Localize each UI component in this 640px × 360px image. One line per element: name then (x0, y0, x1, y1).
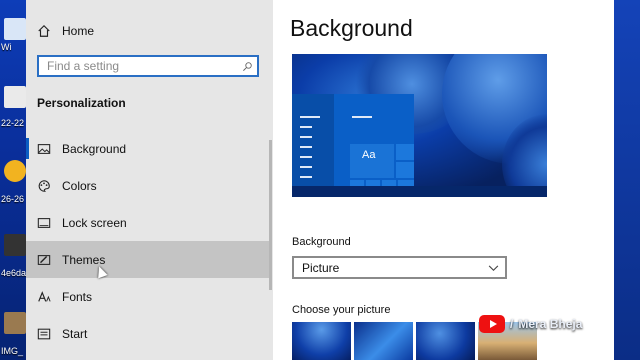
sidebar-item-label: Start (62, 326, 88, 341)
sidebar-item-label: Background (62, 141, 127, 156)
sidebar-item-lock-screen[interactable]: Lock screen (26, 204, 271, 241)
start-icon (26, 327, 62, 341)
sidebar-item-label: Fonts (62, 289, 93, 304)
sidebar-item-home[interactable]: Home (26, 12, 271, 49)
sidebar-scrollbar[interactable] (269, 140, 272, 290)
picture-thumbnail[interactable] (354, 322, 413, 360)
background-select[interactable]: Picture (292, 256, 507, 279)
sidebar-item-label: Lock screen (62, 215, 127, 230)
sidebar-item-fonts[interactable]: Fonts (26, 278, 271, 315)
settings-sidebar: Home Personalization Background Colors (26, 0, 273, 360)
desktop-image-icon[interactable] (4, 86, 26, 108)
search-icon[interactable] (237, 61, 257, 72)
youtube-icon (479, 315, 505, 333)
section-title: Personalization (37, 96, 126, 110)
watermark-text: Mera Bheja (518, 317, 583, 331)
desktop-video-icon[interactable] (4, 234, 26, 256)
choose-picture-label: Choose your picture (292, 304, 391, 316)
search-box[interactable] (37, 55, 259, 77)
channel-watermark: / Mera Bheja (479, 315, 582, 333)
picture-thumbnail[interactable] (416, 322, 475, 360)
lock-screen-icon (26, 216, 62, 230)
font-icon (26, 290, 62, 304)
desktop-right-edge (614, 0, 640, 360)
preview-text-sample: Aa (362, 149, 376, 161)
sidebar-item-label: Colors (62, 178, 97, 193)
background-select-value: Picture (302, 260, 340, 275)
background-preview: Aa (292, 54, 547, 197)
palette-icon (26, 179, 62, 193)
desktop-icon-label: 26-26 (1, 194, 25, 204)
search-input[interactable] (39, 59, 237, 73)
desktop-icon-label: 4e6da (1, 268, 26, 278)
desktop-strip: Wi 22-22 26-26 4e6da IMG_ (0, 0, 26, 360)
desktop-photo-icon[interactable] (4, 312, 26, 334)
chevron-down-icon (488, 261, 499, 275)
desktop-media-icon[interactable] (4, 160, 26, 182)
background-field-label: Background (292, 236, 351, 248)
sidebar-item-label: Home (62, 23, 95, 38)
desktop-icon-label: Wi (1, 42, 12, 52)
page-title: Background (290, 15, 413, 41)
settings-window: Home Personalization Background Colors (26, 0, 614, 360)
sidebar-item-colors[interactable]: Colors (26, 167, 271, 204)
desktop-file-icon[interactable] (4, 18, 26, 40)
content-pane: Background Aa Background Picture Choose … (273, 0, 614, 360)
sidebar-item-themes[interactable]: Themes (26, 241, 271, 278)
sidebar-item-label: Themes (62, 252, 106, 267)
paintbrush-icon (26, 253, 62, 267)
picture-thumbnail[interactable] (292, 322, 351, 360)
sidebar-item-start[interactable]: Start (26, 315, 271, 352)
picture-icon (26, 142, 62, 156)
watermark-separator: / (510, 317, 514, 331)
desktop-icon-label: IMG_ (1, 346, 24, 356)
sidebar-item-background[interactable]: Background (26, 130, 271, 167)
preview-taskbar (292, 186, 547, 197)
home-icon (26, 24, 62, 38)
desktop-icon-label: 22-22 (1, 118, 25, 128)
